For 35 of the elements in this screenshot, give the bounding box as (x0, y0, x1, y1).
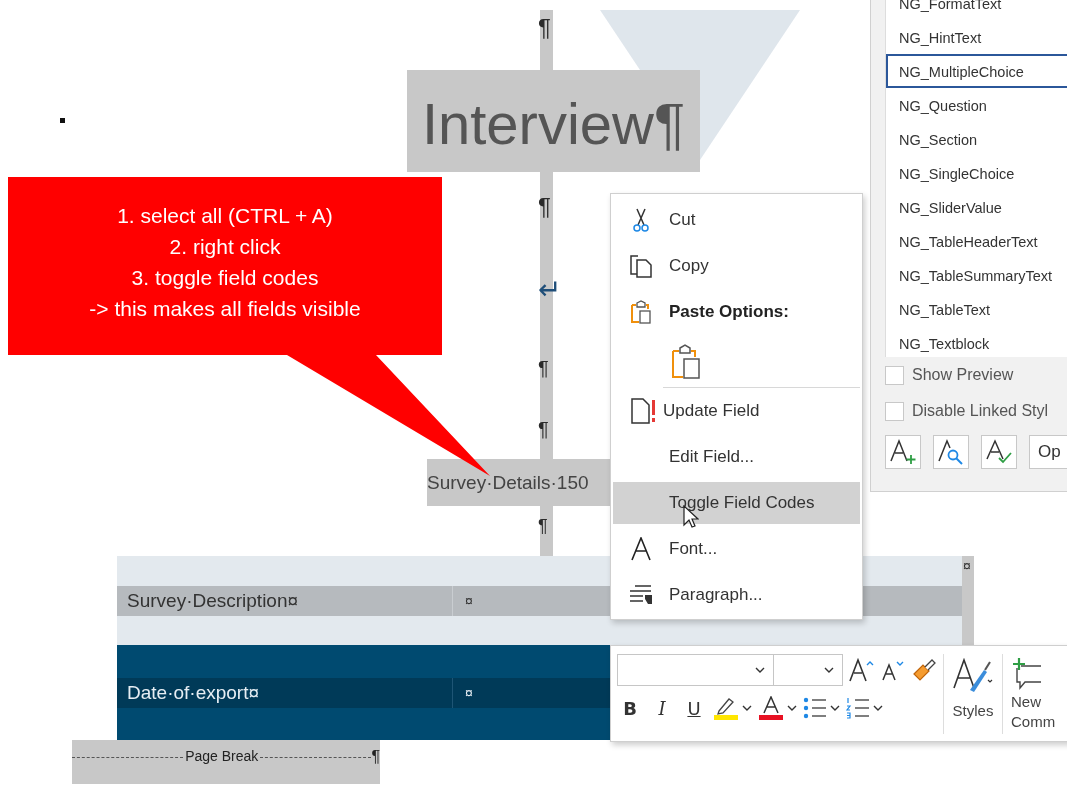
options-button[interactable]: Op (1029, 435, 1067, 469)
style-item[interactable]: NG_TableSummaryText (886, 258, 1067, 292)
style-item[interactable]: NG_TableHeaderText (886, 224, 1067, 258)
style-item[interactable]: NG_MultipleChoice (886, 54, 1067, 88)
format-button[interactable]: I (649, 697, 675, 719)
table-cell: ¤ (452, 677, 473, 708)
format-button[interactable]: U (681, 697, 707, 719)
style-item[interactable]: NG_SliderValue (886, 190, 1067, 224)
menu-item[interactable]: Toggle Field Codes (613, 482, 860, 524)
paragraph-mark: ¶ (538, 13, 551, 43)
paragraph-mark: ↵ (538, 272, 561, 307)
paragraph-mark: ¶ (371, 748, 380, 766)
paragraph-mark: ¶ (538, 417, 549, 442)
style-item[interactable]: NG_HintText (886, 20, 1067, 54)
style-item[interactable]: NG_Section (886, 122, 1067, 156)
field-result: Survey·Details·150 (427, 459, 613, 506)
checkbox-label: Show Preview (912, 366, 1014, 384)
style-item[interactable]: NG_Textblock (886, 326, 1067, 357)
end-of-row-mark: ¤ (963, 558, 971, 574)
style-item[interactable]: NG_Question (886, 88, 1067, 122)
style-item[interactable]: NG_SingleChoice (886, 156, 1067, 190)
document-heading: Interview¶ (407, 70, 700, 172)
format-button[interactable]: B (617, 697, 643, 719)
page-break-label: Page Break (184, 748, 260, 764)
table-cell-text: Survey·Description¤ (126, 588, 300, 613)
paragraph-mark: ¶ (538, 192, 551, 222)
callout-text: 1. select all (CTRL + A) 2. right click 3. toggle field codes -> this makes all fields visible (88, 203, 362, 322)
checkbox-label: Disable Linked Styl (912, 402, 1049, 420)
styles-button[interactable]: Styles (950, 654, 996, 741)
style-item[interactable]: NG_TableText (886, 292, 1067, 326)
table-cell-text: Date·of·export¤ (126, 680, 260, 705)
table-cell: ¤ (452, 585, 473, 616)
paragraph-mark: ¶ (538, 356, 549, 381)
paragraph-mark: ¶ (538, 515, 548, 538)
new-comment-button[interactable]: New Comm (1009, 654, 1067, 741)
